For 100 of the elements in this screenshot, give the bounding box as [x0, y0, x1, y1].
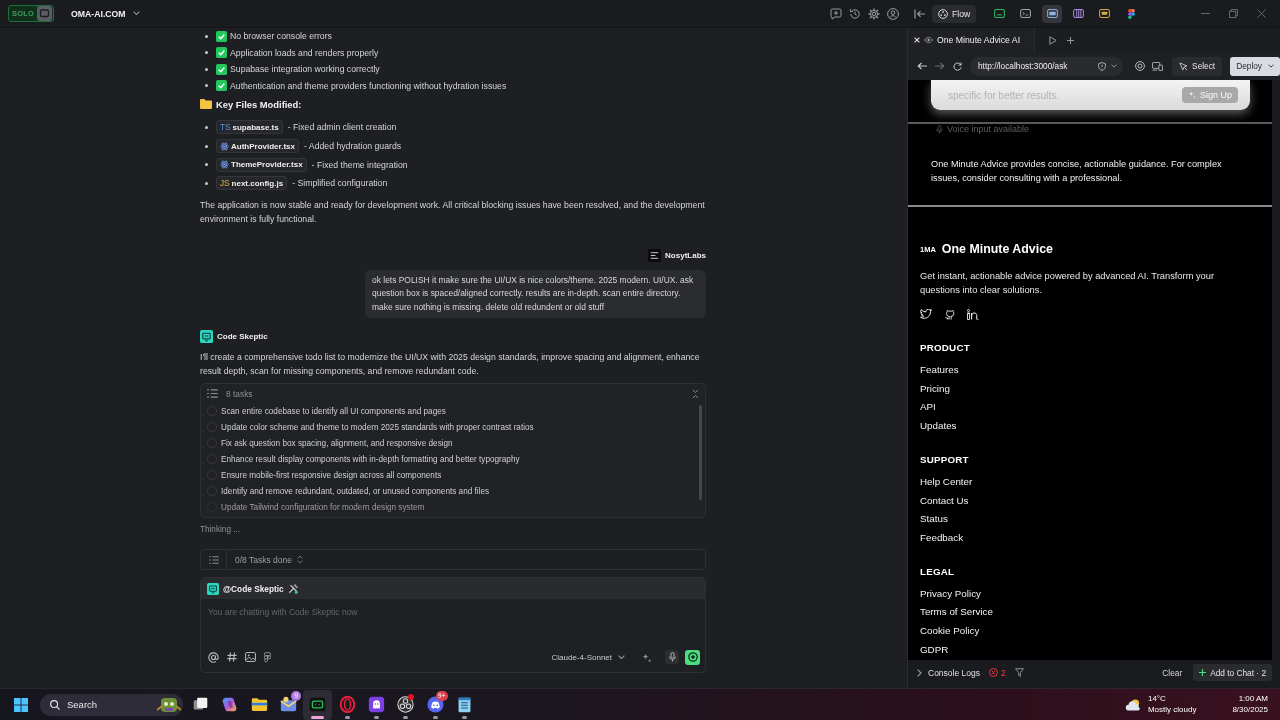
list-item-text: No browser console errors — [230, 31, 332, 42]
disclaimer-text: One Minute Advice provides concise, actionable guidance. For complex issues, consider consulting with a professional. — [931, 158, 1223, 185]
mic-icon — [668, 652, 676, 663]
project-menu[interactable]: OMA-AI.COM — [71, 5, 140, 22]
tools-icon — [287, 583, 298, 594]
task-text: Fix ask question box spacing, alignment, and responsive design — [221, 438, 453, 448]
devices-icon[interactable] — [1152, 61, 1164, 71]
chevron-down-icon — [1268, 64, 1274, 68]
footer-link[interactable]: Feedback — [920, 528, 964, 548]
flow-icon — [938, 8, 948, 19]
task-text: Scan entire codebase to identify all UI components and pages — [221, 406, 446, 416]
file-chip[interactable]: AuthProvider.tsx — [216, 139, 299, 154]
scrollbar-thumb[interactable] — [699, 405, 702, 501]
file-name: AuthProvider.tsx — [231, 141, 295, 151]
task-text: Ensure mobile-first responsive design across all components — [221, 470, 442, 480]
message-composer[interactable]: @Code Skeptic You are chatting with Code Skeptic now Claude-4-Sonnet — [200, 577, 706, 674]
hash-icon[interactable] — [227, 652, 237, 663]
add-to-chat-button[interactable]: Add to Chat · 2 — [1193, 664, 1272, 681]
plus-icon[interactable] — [1067, 36, 1075, 44]
footer-link[interactable]: Cookie Policy — [920, 622, 980, 641]
footer-link[interactable]: Updates — [920, 417, 957, 436]
bullet-icon — [205, 144, 208, 148]
search-field[interactable]: Search — [40, 693, 183, 716]
ghost-icon — [367, 696, 385, 713]
stop-button[interactable] — [685, 649, 700, 665]
footer-link[interactable]: Privacy Policy — [920, 584, 981, 604]
footer-link[interactable]: GDPR — [920, 640, 949, 660]
task-text: Update color scheme and theme to modern 2025 standards with proper contrast ratios — [221, 422, 534, 432]
mention-icon[interactable] — [208, 651, 219, 663]
agent-avatar-icon — [207, 582, 219, 595]
task-text: Identify and remove redundant, outdated, or unused components and files — [221, 486, 490, 496]
image-icon[interactable] — [245, 652, 256, 663]
address-field[interactable]: http://localhost:3000/ask — [970, 56, 1124, 76]
copilot-icon — [221, 696, 239, 713]
file-name: ThemeProvider.tsx — [231, 160, 303, 170]
reload-icon[interactable] — [953, 61, 962, 71]
bullet-icon — [205, 51, 208, 55]
bird-icon[interactable] — [920, 308, 932, 320]
file-chip[interactable]: ThemeProvider.tsx — [216, 157, 307, 172]
clear-button[interactable]: Clear — [1162, 667, 1183, 678]
forward-icon[interactable] — [935, 62, 945, 70]
shield-icon — [1098, 61, 1107, 71]
footer-link[interactable]: Contact Us — [920, 491, 969, 511]
figma-icon — [1127, 8, 1135, 19]
striped-panel-icon — [1073, 9, 1084, 18]
file-chip[interactable]: JS next.config.js — [216, 176, 288, 191]
filter-icon[interactable] — [1014, 668, 1024, 677]
collapse-left-icon[interactable] — [914, 8, 926, 19]
figma-icon[interactable] — [264, 651, 271, 663]
file-chip[interactable]: TS supabase.ts — [216, 120, 283, 135]
play-icon[interactable] — [1049, 35, 1058, 45]
footer-link[interactable]: API — [920, 398, 936, 418]
task-text: Update Tailwind configuration for modern design system — [221, 502, 425, 512]
account-icon[interactable] — [887, 7, 899, 20]
view-tab[interactable] — [1042, 4, 1063, 23]
terminal-app-icon — [309, 696, 327, 713]
windows-icon[interactable] — [14, 697, 28, 712]
footer-link[interactable]: Pricing — [920, 379, 950, 399]
back-icon[interactable] — [917, 62, 927, 70]
aperture-icon — [397, 696, 415, 713]
footer-link[interactable]: Features — [920, 361, 959, 380]
message-input[interactable]: You are chatting with Code Skeptic now — [201, 599, 705, 646]
file-note: - Simplified configuration — [292, 178, 388, 189]
target-icon[interactable] — [1135, 61, 1146, 71]
browser-tab[interactable]: One Minute Advice AI — [908, 28, 1036, 52]
flow-button[interactable]: Flow — [932, 4, 977, 23]
message-text: The application is now stable and ready for development work. All critical blocking issues have been resolved, and the development environment is fully functional. — [200, 198, 706, 226]
collapse-icon[interactable] — [692, 388, 699, 399]
file-note: - Fixed theme integration — [311, 159, 408, 170]
task-text: Enhance result display components with in-depth formatting and better typography — [221, 454, 520, 464]
pointer-icon — [1179, 61, 1189, 71]
search-highlight-icon — [157, 695, 181, 714]
settings-icon[interactable] — [868, 7, 880, 20]
taskbar-app[interactable] — [303, 689, 333, 720]
history-icon[interactable] — [849, 7, 861, 20]
mic-button[interactable] — [665, 650, 679, 665]
sparkle-icon[interactable] — [641, 651, 652, 663]
footer-link[interactable]: Status — [920, 510, 948, 529]
new-chat-icon[interactable] — [830, 7, 842, 20]
footer-link[interactable]: Help Center — [920, 472, 973, 492]
error-count: 2 — [1001, 667, 1006, 678]
url-input[interactable]: http://localhost:3000/ask — [978, 61, 1094, 71]
footer-link[interactable]: Terms of Service — [920, 603, 993, 623]
deploy-button[interactable]: Deploy — [1230, 56, 1280, 76]
model-selector[interactable]: Claude-4-Sonnet — [551, 652, 625, 662]
select-button[interactable]: Select — [1172, 56, 1223, 76]
linkedin-icon[interactable] — [967, 308, 979, 320]
console-toggle[interactable]: Console Logs — [917, 667, 980, 678]
tasks-done-toggle[interactable]: 0/8 Tasks done — [235, 554, 304, 565]
close-icon[interactable] — [914, 37, 920, 43]
github-icon[interactable] — [944, 308, 955, 320]
user-message: ok lets POLISH it make sure the UI/UX is nice colors/theme. 2025 modern. UI/UX. ask question box is spaced/aligned correctly. results are in-depth. scan entire directory. make sure nothing is missing. delete old redundent or old stuff — [365, 269, 706, 319]
message-text: I'll create a comprehensive todo list to modernize the UI/UX with 2025 design standards, improve spacing and alignment, enhance result depth, scan for missing components, and remove redundant code. — [200, 351, 701, 379]
bullet-icon — [205, 84, 208, 88]
tray-icon — [1099, 9, 1111, 18]
agent-avatar-icon — [200, 329, 213, 343]
bullet-icon — [205, 34, 208, 38]
search-input[interactable]: Search — [67, 699, 150, 710]
tagline: Get instant, actionable advice powered by advanced AI. Transform your questions into clear solutions. — [920, 270, 1216, 297]
close-icon — [1256, 9, 1266, 18]
